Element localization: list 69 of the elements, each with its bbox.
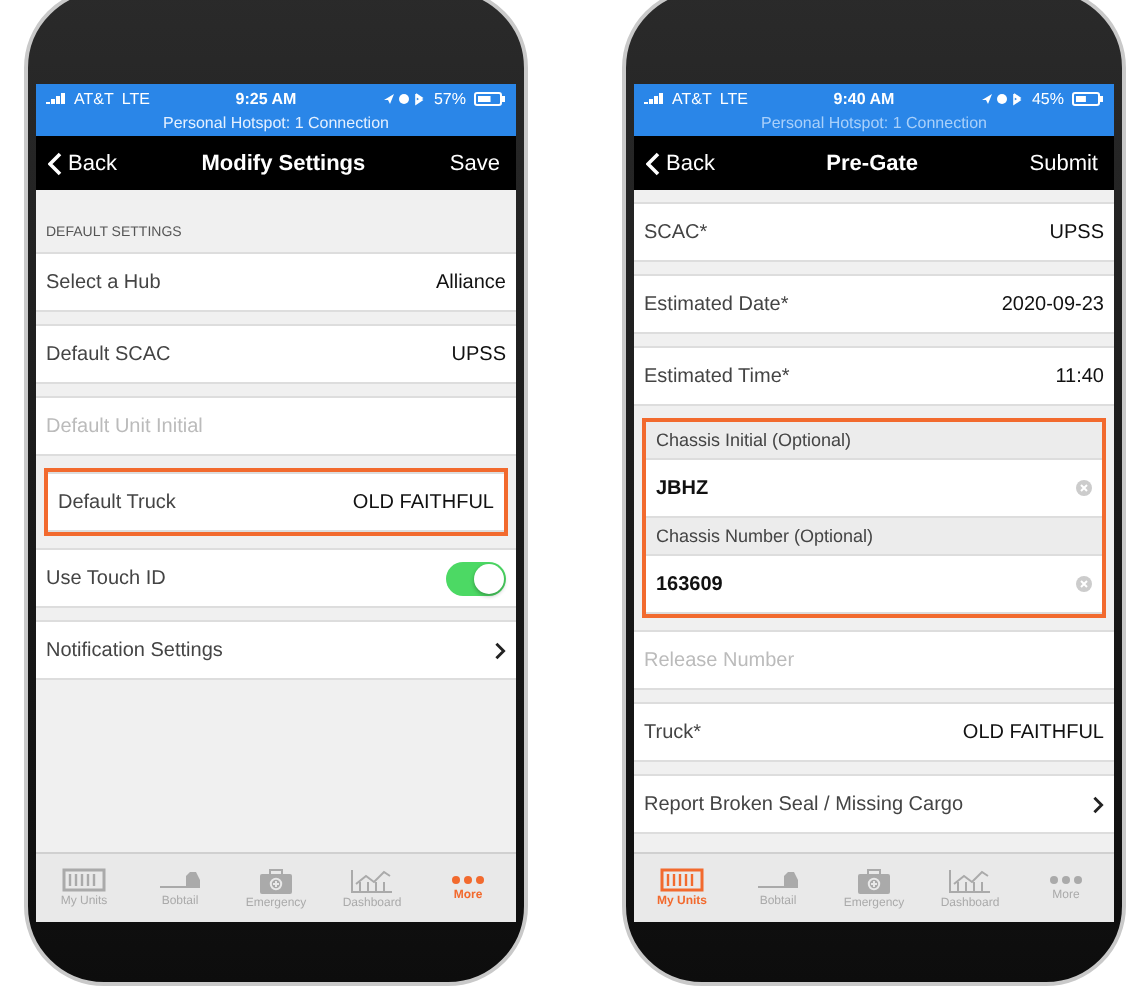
more-icon bbox=[1048, 874, 1084, 886]
row-value: UPSS bbox=[1049, 221, 1104, 243]
carrier-text: AT&T bbox=[74, 89, 114, 107]
network-text: LTE bbox=[121, 89, 150, 107]
row-label: Default SCAC bbox=[46, 343, 173, 365]
status-icons bbox=[979, 91, 1024, 105]
settings-row[interactable]: Estimated Time* 11:40 bbox=[634, 346, 1114, 406]
row-label: Truck* bbox=[644, 721, 704, 743]
carrier-text: AT&T bbox=[672, 89, 712, 107]
container-icon bbox=[660, 868, 704, 892]
input-field[interactable]: JBHZ bbox=[646, 458, 1102, 518]
clear-icon[interactable] bbox=[1076, 576, 1092, 592]
status-icons bbox=[381, 91, 426, 105]
chevron-right-icon bbox=[1092, 795, 1104, 813]
back-button[interactable]: Back bbox=[48, 151, 117, 175]
signal-icon bbox=[46, 92, 66, 104]
field-label: Chassis Number (Optional) bbox=[646, 518, 1102, 554]
row-label: SCAC* bbox=[644, 221, 710, 243]
status-time: 9:40 AM bbox=[833, 89, 895, 107]
row-label: Default Truck bbox=[58, 491, 178, 513]
clear-icon[interactable] bbox=[1076, 480, 1092, 496]
toggle-switch[interactable] bbox=[446, 561, 506, 595]
hotspot-banner: Personal Hotspot: 1 Connection bbox=[36, 112, 516, 136]
field-placeholder: Default Unit Initial bbox=[46, 415, 205, 437]
settings-row[interactable]: SCAC* UPSS bbox=[634, 202, 1114, 262]
field-placeholder: Release Number bbox=[644, 649, 797, 671]
action-button[interactable]: Submit bbox=[1029, 151, 1098, 175]
row-label: Select a Hub bbox=[46, 271, 163, 293]
input-field[interactable]: 163609 bbox=[646, 554, 1102, 614]
row-value: Alliance bbox=[435, 271, 506, 293]
row-value: OLD FAITHFUL bbox=[962, 721, 1104, 743]
settings-row[interactable]: Truck* OLD FAITHFUL bbox=[634, 702, 1114, 762]
battery-icon bbox=[1072, 91, 1104, 105]
chevron-left-icon bbox=[48, 151, 62, 175]
row-value: UPSS bbox=[451, 343, 506, 365]
action-button[interactable]: Save bbox=[449, 151, 500, 175]
container-icon bbox=[62, 868, 106, 892]
chevron-left-icon bbox=[646, 151, 660, 175]
settings-row[interactable]: Default SCAC UPSS bbox=[36, 324, 516, 384]
row-label: Report Broken Seal / Missing Cargo bbox=[644, 793, 966, 815]
row-label: Estimated Date* bbox=[644, 293, 791, 315]
battery-percent: 45% bbox=[1031, 89, 1064, 107]
row-label: Notification Settings bbox=[46, 639, 225, 661]
first-aid-kit-icon bbox=[856, 867, 892, 893]
chevron-right-icon bbox=[494, 641, 506, 659]
more-icon bbox=[450, 874, 486, 886]
row-value: 11:40 bbox=[1055, 365, 1104, 387]
signal-icon bbox=[644, 92, 664, 104]
battery-percent: 57% bbox=[433, 89, 466, 107]
row-label: Estimated Time* bbox=[644, 365, 792, 387]
battery-icon bbox=[474, 91, 506, 105]
back-button[interactable]: Back bbox=[646, 151, 715, 175]
settings-row[interactable]: Notification Settings bbox=[36, 620, 516, 680]
settings-row[interactable]: Select a Hub Alliance bbox=[36, 252, 516, 312]
row-value: 2020-09-23 bbox=[1001, 293, 1104, 315]
screen-title: Modify Settings bbox=[199, 151, 368, 175]
line-chart-icon bbox=[948, 867, 992, 893]
first-aid-kit-icon bbox=[258, 867, 294, 893]
settings-row[interactable]: Default Truck OLD FAITHFUL bbox=[48, 472, 504, 532]
screen-title: Pre-Gate bbox=[824, 151, 921, 175]
hotspot-banner: Personal Hotspot: 1 Connection bbox=[634, 112, 1114, 136]
row-label: Use Touch ID bbox=[46, 567, 168, 589]
row-value: OLD FAITHFUL bbox=[352, 491, 494, 513]
settings-row[interactable]: Report Broken Seal / Missing Cargo bbox=[634, 774, 1114, 834]
settings-row[interactable]: Estimated Date* 2020-09-23 bbox=[634, 274, 1114, 334]
network-text: LTE bbox=[719, 89, 748, 107]
line-chart-icon bbox=[350, 867, 394, 893]
status-time: 9:25 AM bbox=[235, 89, 297, 107]
field-label: Chassis Initial (Optional) bbox=[646, 422, 1102, 458]
